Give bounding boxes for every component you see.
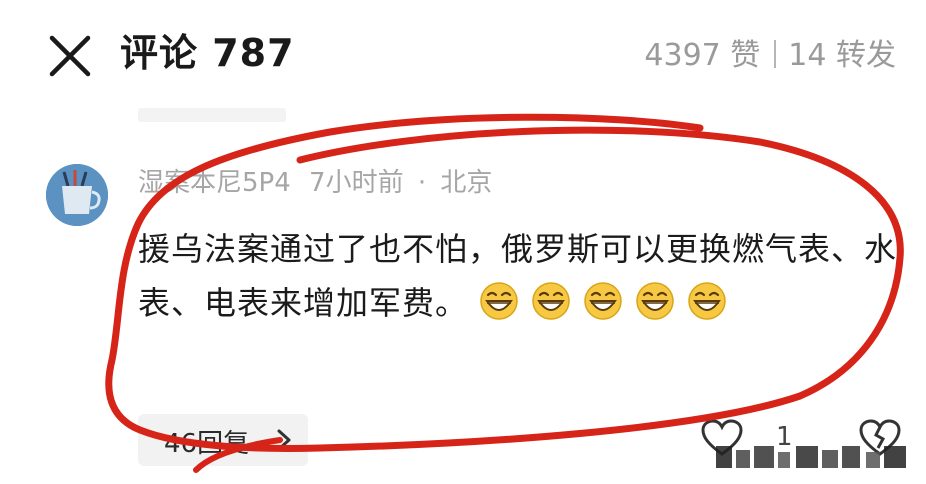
divider bbox=[774, 40, 777, 68]
page-title: 评论 787 bbox=[120, 31, 295, 75]
comment-time: 7小时前 bbox=[309, 168, 404, 198]
chevron-right-icon bbox=[277, 429, 291, 451]
avatar[interactable] bbox=[46, 164, 108, 226]
grin-emoji-icon bbox=[584, 282, 622, 320]
shares-count: 14 转发 bbox=[788, 38, 896, 73]
comment-panel-header: 评论 787 4397 赞 14 转发 bbox=[0, 0, 926, 100]
grin-emoji-icon bbox=[688, 282, 726, 320]
cup-icon bbox=[46, 164, 108, 226]
comment-body: 援乌法案通过了也不怕，俄罗斯可以更换燃气表、水表、电表来增加军费。 bbox=[138, 222, 898, 330]
grin-emoji-icon bbox=[636, 282, 674, 320]
grin-emoji-icon bbox=[532, 282, 570, 320]
comment-location: 北京 bbox=[440, 168, 493, 198]
comment-username[interactable]: 湿案本尼5P4 bbox=[138, 168, 291, 198]
previous-comment-placeholder bbox=[138, 108, 286, 122]
stats-bar: 4397 赞 14 转发 bbox=[644, 30, 896, 74]
view-replies-button[interactable]: 46回复 bbox=[138, 414, 308, 466]
reply-count-label: 46回复 bbox=[164, 429, 250, 459]
grin-emoji-icon bbox=[480, 282, 518, 320]
watermark-logo bbox=[716, 446, 906, 468]
emoji-row bbox=[479, 282, 739, 322]
meta-separator: · bbox=[417, 168, 427, 198]
close-icon[interactable] bbox=[44, 30, 96, 82]
likes-count: 4397 赞 bbox=[644, 38, 761, 73]
comment-meta: 湿案本尼5P4 7小时前 · 北京 bbox=[138, 162, 492, 199]
